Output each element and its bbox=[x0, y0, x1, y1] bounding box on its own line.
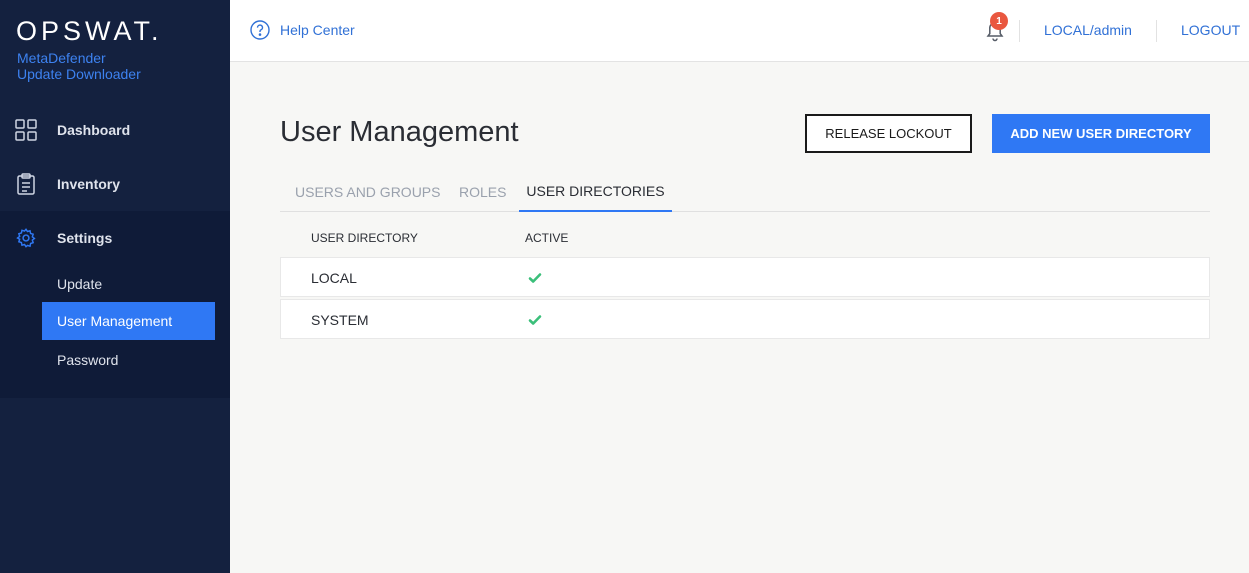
settings-section: Settings Update User Management Password bbox=[0, 211, 230, 398]
table-row[interactable]: LOCAL bbox=[280, 257, 1210, 297]
table-row[interactable]: SYSTEM bbox=[280, 299, 1210, 339]
dashboard-grid-icon bbox=[15, 119, 37, 141]
sidebar-item-inventory[interactable]: Inventory bbox=[0, 157, 230, 211]
sidebar-item-dashboard[interactable]: Dashboard bbox=[0, 103, 230, 157]
product-name: MetaDefender Update Downloader bbox=[17, 50, 141, 82]
sidebar-subitem-update[interactable]: Update bbox=[42, 265, 215, 303]
add-new-user-directory-button[interactable]: ADD NEW USER DIRECTORY bbox=[992, 114, 1210, 153]
sidebar-item-label: Dashboard bbox=[57, 122, 131, 138]
sidebar-item-label: Inventory bbox=[57, 176, 121, 192]
sidebar-subitem-password[interactable]: Password bbox=[42, 341, 215, 379]
gear-icon bbox=[16, 228, 36, 248]
column-header-user-directory[interactable]: USER DIRECTORY bbox=[311, 231, 418, 245]
logout-link[interactable]: LOGOUT bbox=[1181, 22, 1240, 38]
clipboard-icon bbox=[17, 173, 35, 195]
product-name-line1: MetaDefender bbox=[17, 50, 106, 66]
help-center-link[interactable]: Help Center bbox=[250, 20, 355, 40]
help-center-label: Help Center bbox=[280, 22, 355, 38]
sidebar-item-label: Settings bbox=[57, 230, 113, 246]
tab-user-directories[interactable]: USER DIRECTORIES bbox=[519, 172, 672, 212]
tab-bar: USERS AND GROUPS ROLES USER DIRECTORIES bbox=[280, 172, 1210, 212]
tab-roles[interactable]: ROLES bbox=[459, 172, 506, 212]
directory-name-cell: SYSTEM bbox=[311, 312, 369, 328]
sidebar-subitem-user-management[interactable]: User Management bbox=[42, 302, 215, 340]
sidebar: OPSWAT. MetaDefender Update Downloader D… bbox=[0, 0, 230, 573]
product-name-line2: Update Downloader bbox=[17, 66, 141, 82]
page-title: User Management bbox=[280, 116, 519, 148]
notification-badge: 1 bbox=[990, 12, 1008, 30]
directory-name-cell: LOCAL bbox=[311, 270, 357, 286]
header-divider bbox=[1156, 20, 1157, 42]
checkmark-icon bbox=[528, 315, 542, 325]
opswat-logo[interactable]: OPSWAT. bbox=[16, 16, 163, 47]
tab-users-and-groups[interactable]: USERS AND GROUPS bbox=[295, 172, 440, 212]
top-header: Help Center 1 LOCAL/admin LOGOUT bbox=[230, 0, 1249, 62]
question-circle-icon bbox=[250, 20, 270, 40]
user-account-link[interactable]: LOCAL/admin bbox=[1044, 22, 1132, 38]
sidebar-item-settings[interactable]: Settings bbox=[0, 211, 230, 265]
release-lockout-button[interactable]: RELEASE LOCKOUT bbox=[805, 114, 972, 153]
header-divider bbox=[1019, 20, 1020, 42]
checkmark-icon bbox=[528, 273, 542, 283]
column-header-active[interactable]: ACTIVE bbox=[525, 231, 568, 245]
